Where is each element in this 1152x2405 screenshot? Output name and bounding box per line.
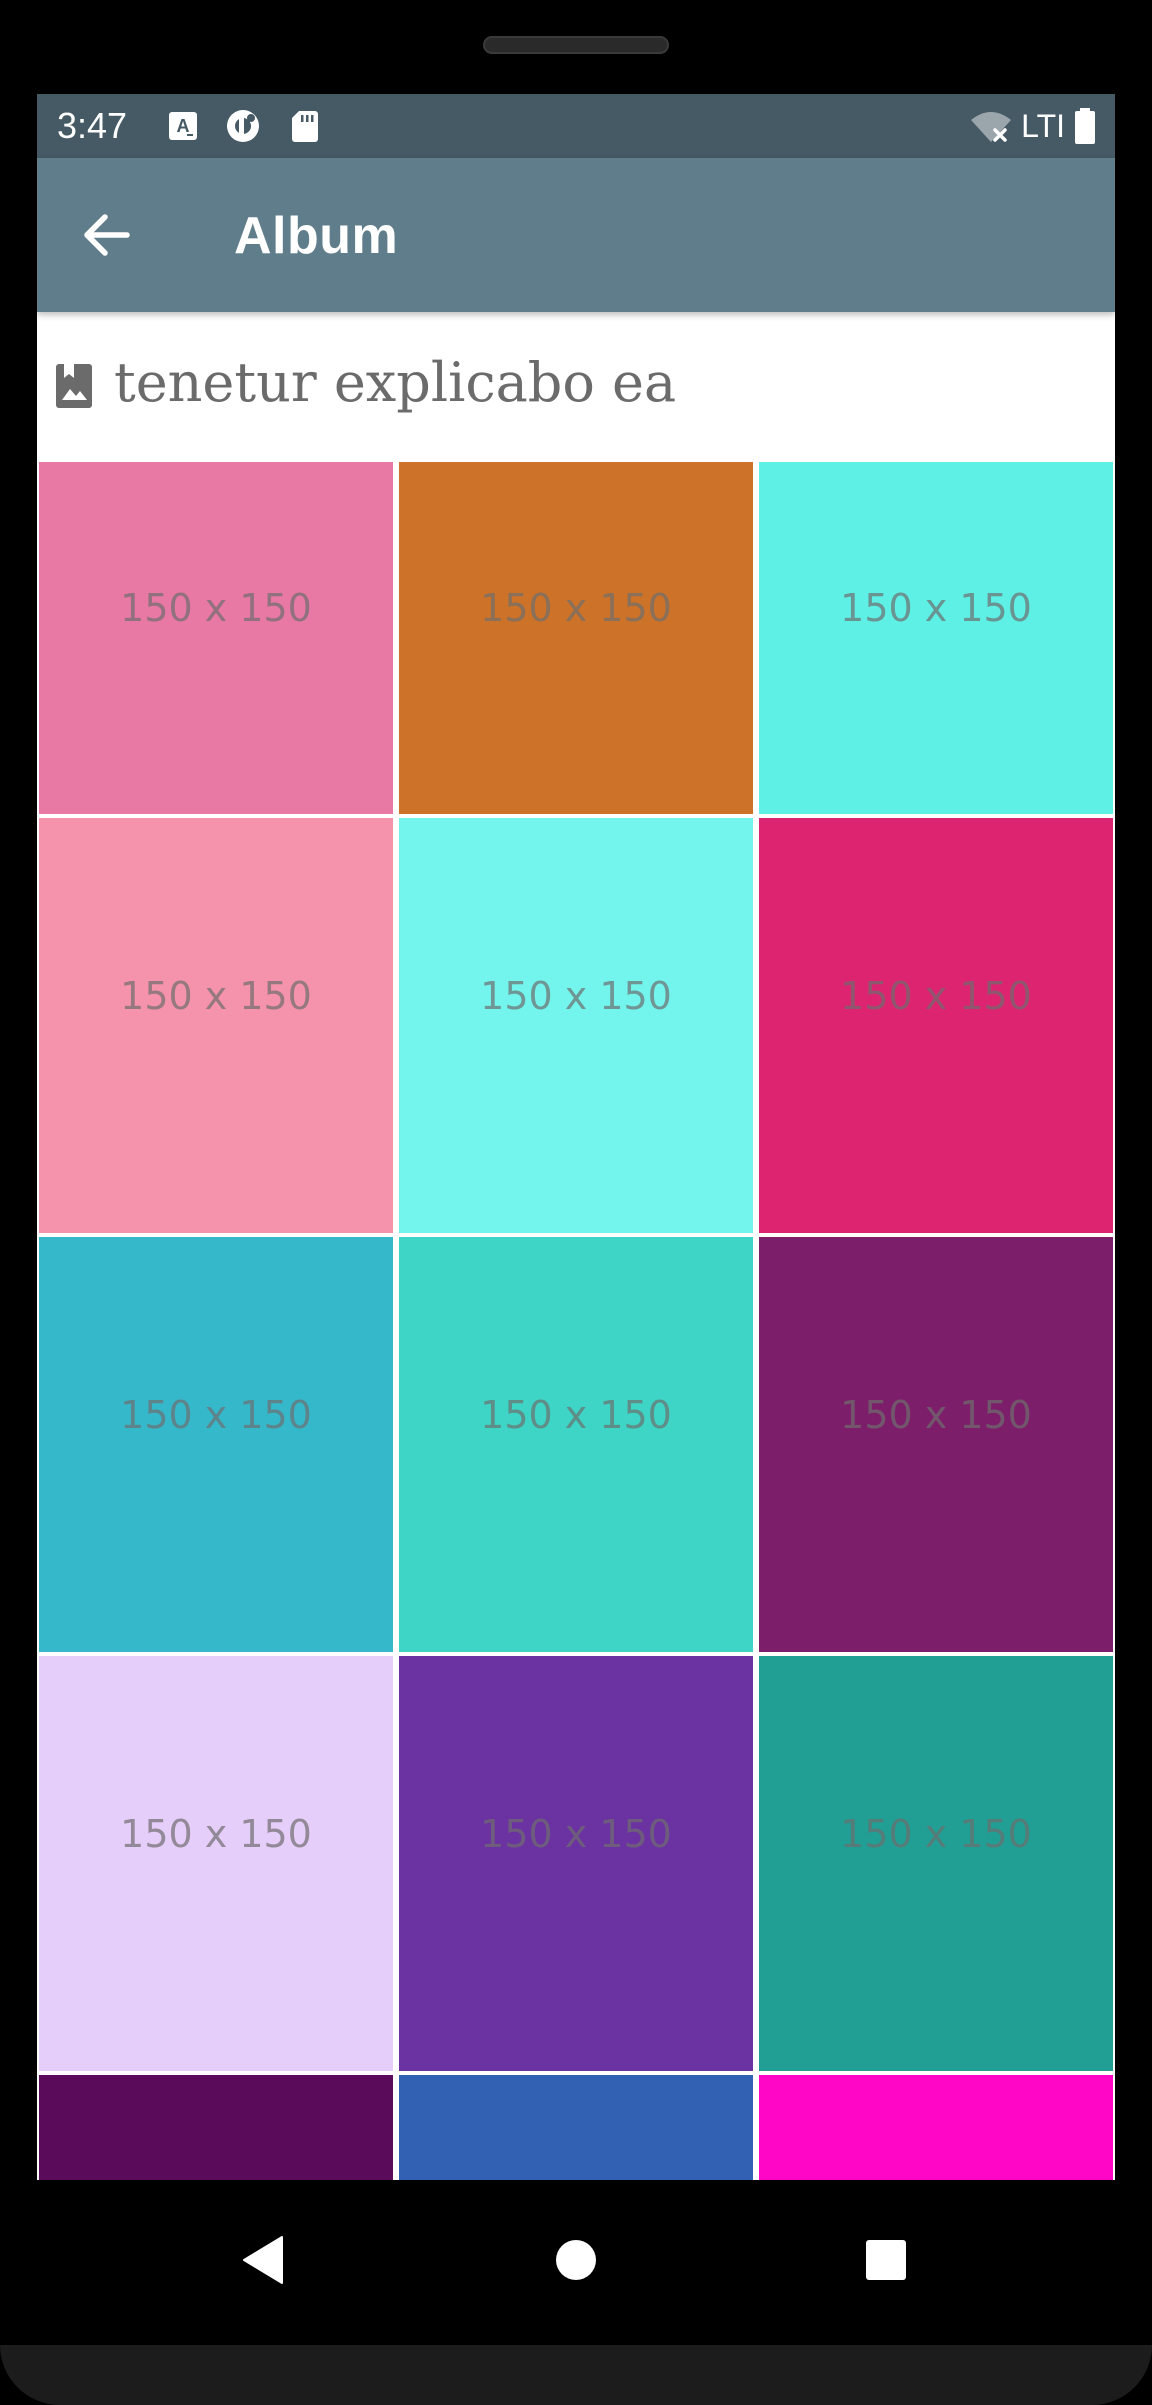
photo-tile[interactable]: 150 x 150: [39, 462, 393, 814]
photo-placeholder-label: 150 x 150: [120, 973, 312, 1018]
photo-placeholder-label: 150 x 150: [840, 1811, 1032, 1856]
photo-tile[interactable]: 150 x 150: [39, 1656, 393, 2071]
photo-tile[interactable]: 150 x 150: [399, 1656, 753, 2071]
device-frame: 3:47 A LTI Album tenetur explicabo ea 15…: [0, 0, 1152, 2405]
wifi-off-icon: [971, 112, 1012, 142]
photo-placeholder-label: 150 x 150: [840, 1392, 1032, 1437]
photo-placeholder-label: 150 x 150: [480, 1392, 672, 1437]
photo-tile[interactable]: 150 x 150: [759, 462, 1113, 814]
photo-placeholder-label: 150 x 150: [840, 973, 1032, 1018]
svg-text:A: A: [177, 116, 190, 136]
back-triangle-icon: [243, 2236, 283, 2284]
status-bar: 3:47 A LTI: [37, 94, 1115, 158]
photo-tile[interactable]: [759, 2075, 1113, 2180]
device-bottom-bezel: [0, 2345, 1152, 2405]
album-title: tenetur explicabo ea: [114, 351, 677, 414]
nav-home-button[interactable]: [536, 2220, 616, 2300]
photo-tile[interactable]: 150 x 150: [759, 1237, 1113, 1652]
album-header: tenetur explicabo ea: [37, 312, 1115, 458]
sd-card-icon: [292, 111, 318, 142]
photo-tile[interactable]: [39, 2075, 393, 2180]
photo-placeholder-label: 150 x 150: [480, 1811, 672, 1856]
photo-placeholder-label: 150 x 150: [480, 586, 672, 630]
network-type-label: LTI: [1021, 108, 1065, 144]
photo-tile[interactable]: 150 x 150: [759, 1656, 1113, 2071]
status-right-group: LTI: [969, 104, 1097, 148]
photo-placeholder-label: 150 x 150: [120, 1811, 312, 1856]
earpiece-speaker: [483, 36, 669, 54]
photo-placeholder-label: 150 x 150: [480, 973, 672, 1018]
nav-back-button[interactable]: [223, 2220, 303, 2300]
photo-tile[interactable]: 150 x 150: [399, 1237, 753, 1652]
arrow-back-icon: [84, 214, 130, 256]
photo-placeholder-label: 150 x 150: [120, 1392, 312, 1437]
recents-square-icon: [866, 2240, 906, 2280]
status-time: 3:47: [57, 105, 128, 146]
battery-full-icon: [1075, 108, 1095, 144]
back-button[interactable]: [75, 203, 139, 267]
data-saver-icon: [227, 110, 259, 142]
system-nav-bar: [0, 2180, 1152, 2345]
page-title: Album: [234, 207, 399, 265]
top-app-bar: Album: [37, 158, 1115, 312]
photo-album-icon: [56, 364, 92, 408]
photo-tile[interactable]: [399, 2075, 753, 2180]
photo-placeholder-label: 150 x 150: [120, 586, 312, 630]
photo-tile[interactable]: 150 x 150: [399, 462, 753, 814]
photo-tile[interactable]: 150 x 150: [39, 818, 393, 1233]
home-circle-icon: [556, 2240, 596, 2280]
photo-placeholder-label: 150 x 150: [840, 586, 1032, 630]
photo-tile[interactable]: 150 x 150: [759, 818, 1113, 1233]
photo-tile[interactable]: 150 x 150: [39, 1237, 393, 1652]
font-download-icon: A: [169, 112, 197, 140]
photo-tile[interactable]: 150 x 150: [399, 818, 753, 1233]
nav-recents-button[interactable]: [846, 2220, 926, 2300]
app-screen: 3:47 A LTI Album tenetur explicabo ea 15…: [37, 94, 1115, 2180]
